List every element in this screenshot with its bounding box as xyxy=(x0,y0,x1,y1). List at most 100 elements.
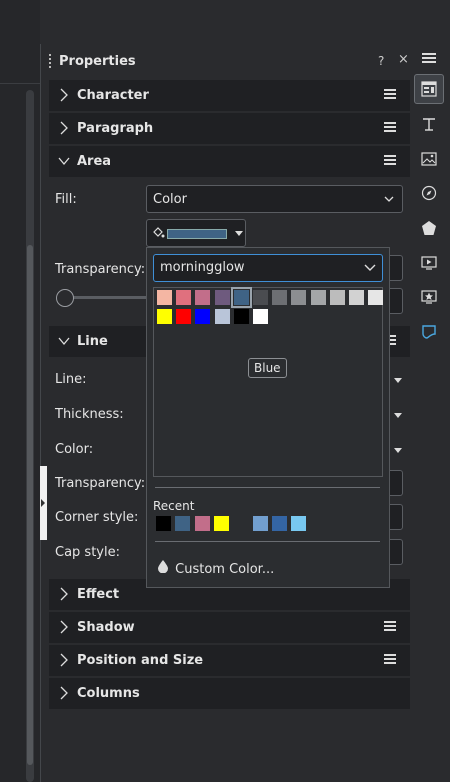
grip-icon[interactable] xyxy=(49,54,51,68)
deck-header: Properties ? × xyxy=(44,48,410,76)
color-picker-popup: morningglow Blue Recent Custom Color... xyxy=(146,247,390,588)
section-title: Line xyxy=(77,334,108,349)
custom-color-button[interactable]: Custom Color... xyxy=(157,559,274,577)
color-tooltip: Blue xyxy=(248,358,287,378)
section-paragraph[interactable]: Paragraph xyxy=(49,113,410,144)
line-thickness-label: Thickness: xyxy=(55,407,124,422)
line-transparency-label: Transparency: xyxy=(55,476,146,491)
color-swatch[interactable] xyxy=(230,287,252,308)
properties-icon[interactable] xyxy=(414,74,444,104)
animation-icon[interactable] xyxy=(414,282,444,312)
gallery-icon[interactable] xyxy=(414,144,444,174)
transparency-slider-track[interactable] xyxy=(66,296,156,299)
dropdown-arrow-icon[interactable] xyxy=(393,376,403,386)
more-options-icon[interactable] xyxy=(384,155,396,165)
color-swatch[interactable] xyxy=(195,290,211,305)
section-title: Columns xyxy=(77,686,140,701)
section-shadow[interactable]: Shadow xyxy=(49,612,410,643)
dropdown-arrow-icon xyxy=(235,231,243,236)
color-swatch[interactable] xyxy=(157,290,172,305)
more-options-icon[interactable] xyxy=(384,654,396,664)
color-swatch[interactable] xyxy=(253,290,268,305)
color-swatch[interactable] xyxy=(349,290,364,305)
separator xyxy=(155,487,380,488)
corner-style-label: Corner style: xyxy=(55,510,139,525)
slide-transition-icon[interactable] xyxy=(414,248,444,278)
palette-value: morningglow xyxy=(160,260,245,275)
recent-color-swatch[interactable] xyxy=(252,516,268,531)
document-area xyxy=(0,0,40,782)
more-options-icon[interactable] xyxy=(384,621,396,631)
paint-bucket-icon xyxy=(153,227,165,238)
section-area[interactable]: Area xyxy=(49,146,410,177)
color-swatch[interactable] xyxy=(329,290,345,305)
recent-label: Recent xyxy=(153,499,195,513)
area-transparency-label: Transparency: xyxy=(55,262,146,277)
section-character[interactable]: Character xyxy=(49,80,410,111)
color-swatch[interactable] xyxy=(157,309,172,324)
dropdown-arrow-icon[interactable] xyxy=(393,446,403,456)
recent-color-swatch[interactable] xyxy=(291,516,307,531)
chevron-down-icon xyxy=(58,337,70,346)
color-swatch[interactable] xyxy=(253,309,268,324)
chevron-right-icon xyxy=(60,653,68,667)
sidebar-collapse-handle[interactable] xyxy=(40,466,47,540)
section-title: Shadow xyxy=(77,620,135,635)
line-color-label: Color: xyxy=(55,442,94,457)
sidebar-tabbar xyxy=(410,44,450,782)
chevron-down-icon xyxy=(58,157,70,166)
section-title: Character xyxy=(77,88,149,103)
chevron-down-icon xyxy=(384,196,394,202)
chevron-right-icon xyxy=(60,121,68,135)
more-options-icon[interactable] xyxy=(384,89,396,99)
chevron-right-icon xyxy=(60,88,68,102)
section-columns[interactable]: Columns xyxy=(49,678,410,709)
chevron-right-icon xyxy=(60,686,68,700)
separator xyxy=(155,541,380,542)
palette-select[interactable]: morningglow xyxy=(153,254,383,282)
color-swatch[interactable] xyxy=(214,309,230,324)
more-options-icon[interactable] xyxy=(384,122,396,132)
deck-title: Properties xyxy=(59,54,136,69)
line-style-label: Line: xyxy=(55,372,87,387)
chevron-right-icon xyxy=(60,587,68,601)
custom-color-label: Custom Color... xyxy=(175,562,275,577)
transparency-slider-knob[interactable] xyxy=(56,289,74,307)
fill-label: Fill: xyxy=(55,192,77,207)
vertical-scrollbar[interactable] xyxy=(26,90,34,782)
section-title: Paragraph xyxy=(77,121,154,136)
color-swatch[interactable] xyxy=(291,290,307,305)
styles-icon[interactable] xyxy=(414,109,444,139)
section-title: Effect xyxy=(77,587,120,602)
color-swatch[interactable] xyxy=(195,309,211,324)
recent-color-swatch[interactable] xyxy=(156,516,171,531)
navigator-icon[interactable] xyxy=(414,178,444,208)
color-swatch[interactable] xyxy=(272,290,288,305)
color-swatch[interactable] xyxy=(310,290,326,305)
section-position-size[interactable]: Position and Size xyxy=(49,645,410,676)
recent-color-swatch[interactable] xyxy=(233,516,249,531)
color-swatch[interactable] xyxy=(176,290,192,305)
fill-type-value: Color xyxy=(153,192,187,207)
help-button[interactable]: ? xyxy=(378,54,384,68)
fill-color-button[interactable] xyxy=(146,219,246,247)
color-swatch-grid: Blue xyxy=(153,287,384,477)
menu-icon[interactable] xyxy=(414,44,444,72)
color-swatch[interactable] xyxy=(214,290,230,305)
design-icon[interactable] xyxy=(414,317,444,347)
section-title: Area xyxy=(77,154,112,169)
recent-color-swatch[interactable] xyxy=(213,516,229,531)
color-swatch[interactable] xyxy=(176,309,192,324)
cap-style-label: Cap style: xyxy=(55,545,120,560)
recent-color-swatch[interactable] xyxy=(175,516,191,531)
color-swatch[interactable] xyxy=(233,309,249,324)
recent-color-swatch[interactable] xyxy=(194,516,210,531)
dropdown-arrow-icon[interactable] xyxy=(393,411,403,421)
shapes-icon[interactable] xyxy=(414,213,444,243)
droplet-icon xyxy=(157,559,171,577)
recent-color-swatch[interactable] xyxy=(271,516,287,531)
fill-type-dropdown[interactable]: Color xyxy=(146,185,403,213)
scrollbar-thumb[interactable] xyxy=(27,245,33,765)
color-swatch[interactable] xyxy=(368,290,384,305)
close-button[interactable]: × xyxy=(398,52,409,67)
